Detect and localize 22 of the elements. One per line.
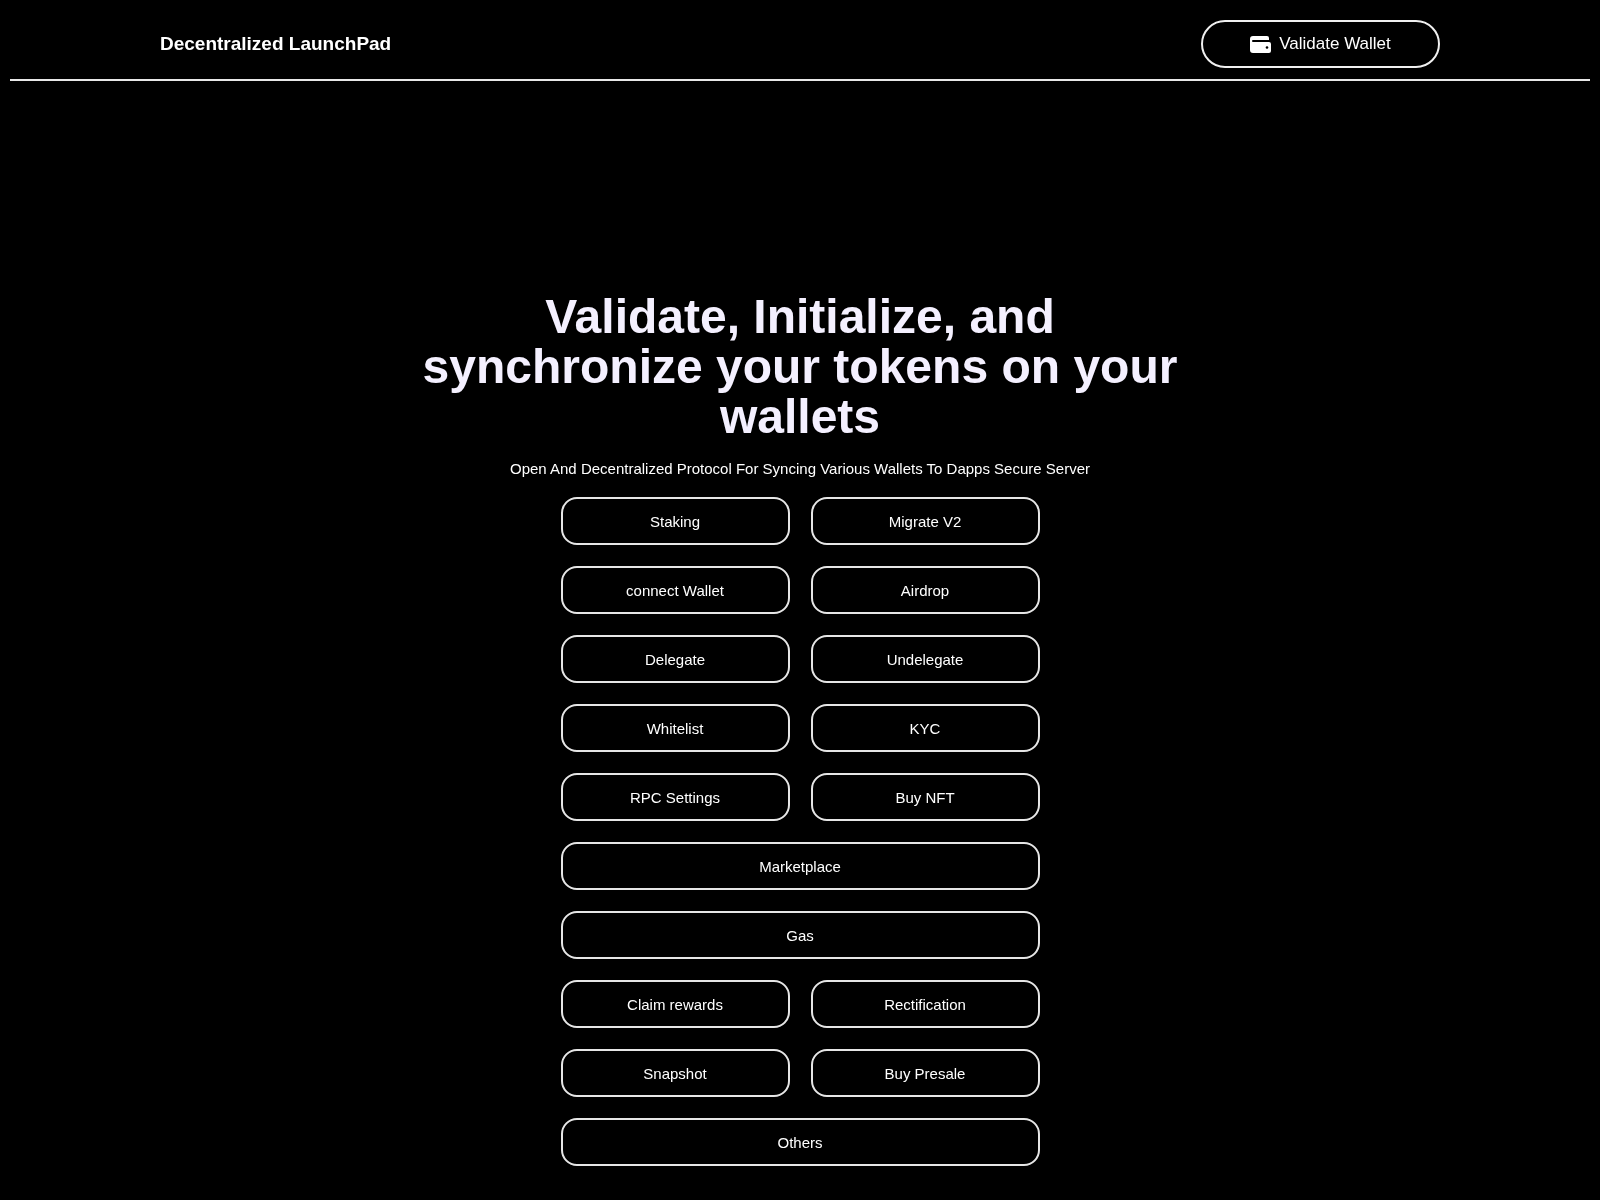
action-button[interactable]: Marketplace — [560, 842, 1040, 890]
action-button[interactable]: Buy Presale — [810, 1049, 1040, 1097]
action-button[interactable]: Snapshot — [560, 1049, 790, 1097]
action-button[interactable]: Migrate V2 — [810, 497, 1040, 545]
action-button[interactable]: Whitelist — [560, 704, 790, 752]
action-button[interactable]: KYC — [810, 704, 1040, 752]
action-button[interactable]: Delegate — [560, 635, 790, 683]
wallet-icon — [1250, 35, 1272, 53]
action-button[interactable]: Buy NFT — [810, 773, 1040, 821]
action-button[interactable]: Undelegate — [810, 635, 1040, 683]
action-button[interactable]: connect Wallet — [560, 566, 790, 614]
action-button[interactable]: Staking — [560, 497, 790, 545]
validate-wallet-button[interactable]: Validate Wallet — [1201, 20, 1440, 68]
action-button[interactable]: RPC Settings — [560, 773, 790, 821]
site-title: Decentralized LaunchPad — [160, 33, 392, 55]
action-button[interactable]: Claim rewards — [560, 980, 790, 1028]
hero-subtitle: Open And Decentralized Protocol For Syncing Various Wallets To Dapps Secure Server — [510, 460, 1090, 478]
action-button[interactable]: Airdrop — [810, 566, 1040, 614]
action-button[interactable]: Rectification — [810, 980, 1040, 1028]
hero-heading: Validate, Initialize, and synchronize your tokens on your wallets — [421, 292, 1179, 442]
action-button[interactable]: Others — [560, 1118, 1040, 1166]
action-button[interactable]: Gas — [560, 911, 1040, 959]
